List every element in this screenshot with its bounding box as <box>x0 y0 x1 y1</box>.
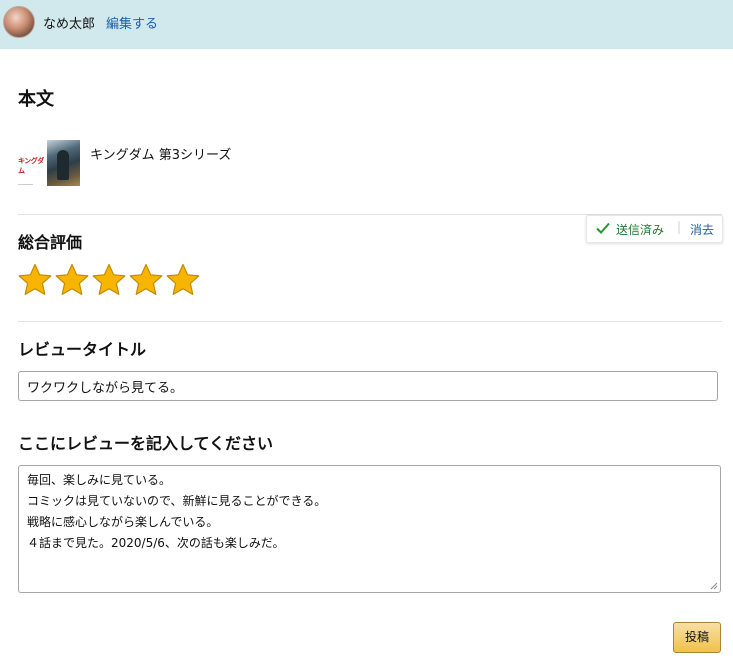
overall-rating-heading: 総合評価 <box>18 233 83 252</box>
header-bar: なめ太郎 編集する <box>0 0 733 49</box>
review-body-line: 戦略に感心しながら楽しんでいる。 <box>27 515 219 529</box>
product-title: キングダム 第3シリーズ <box>90 148 232 163</box>
star-icon[interactable] <box>18 263 52 297</box>
status-separator: | <box>677 220 682 234</box>
star-icon[interactable] <box>129 263 163 297</box>
resize-grip-icon[interactable] <box>710 582 718 590</box>
star-icon[interactable] <box>55 263 89 297</box>
divider <box>18 321 722 322</box>
cover-figure <box>57 150 69 180</box>
product-logo-thumbnail: キングダム <box>18 148 45 186</box>
logo-underline <box>18 184 33 185</box>
edit-profile-link[interactable]: 編集する <box>106 13 158 32</box>
product-cover-image[interactable] <box>47 140 80 186</box>
status-sent-label: 送信済み <box>616 223 665 237</box>
review-title-input[interactable] <box>18 371 718 401</box>
review-title-heading: レビュータイトル <box>18 340 147 359</box>
star-icon[interactable] <box>92 263 126 297</box>
user-avatar[interactable] <box>3 6 35 38</box>
check-icon <box>596 222 610 234</box>
review-body-line: コミックは見ていないので、新鮮に見ることができる。 <box>27 494 327 508</box>
review-body-line: ４話まで見た。2020/5/6、次の話も楽しみだ。 <box>27 536 285 550</box>
review-body-textarea[interactable]: 毎回、楽しみに見ている。コミックは見ていないので、新鮮に見ることができる。 戦略に… <box>18 465 721 593</box>
review-body-heading: ここにレビューを記入してください <box>18 434 274 453</box>
review-body-line: 毎回、楽しみに見ている。 <box>27 473 172 487</box>
star-icon[interactable] <box>166 263 200 297</box>
username: なめ太郎 <box>43 17 96 32</box>
clear-rating-link[interactable]: 消去 <box>690 221 714 238</box>
submit-review-button[interactable]: 投稿 <box>673 622 721 653</box>
product-logo-text: キングダム <box>18 157 44 175</box>
page-title: 本文 <box>18 89 54 110</box>
rating-status-box: 送信済み | 消去 <box>586 215 723 243</box>
